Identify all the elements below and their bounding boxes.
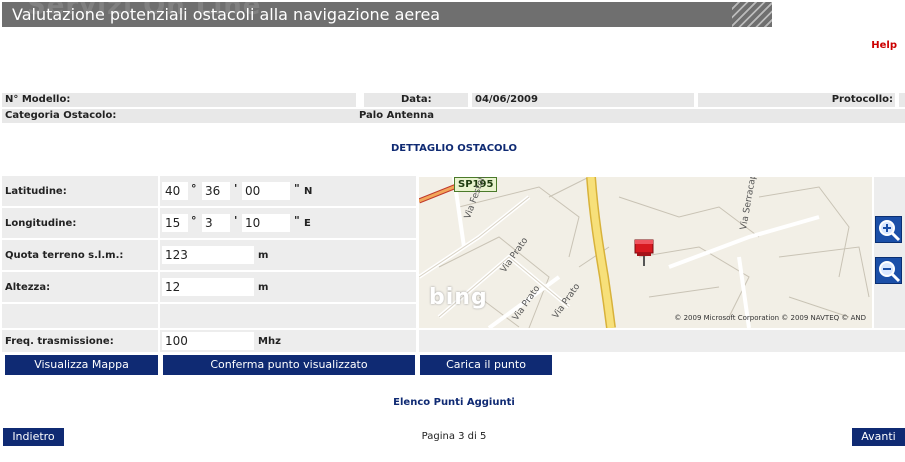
freq-value-cell: Mhz: [160, 330, 416, 352]
quota-label: Quota terreno s.l.m.:: [5, 250, 124, 261]
lon-deg-input[interactable]: [162, 214, 188, 232]
categoria-cell: Categoria Ostacolo:: [2, 109, 356, 123]
quota-unit: m: [258, 250, 269, 261]
indietro-button[interactable]: Indietro: [3, 428, 64, 446]
lon-value-cell: ° ' " E: [160, 208, 416, 238]
lat-label-cell: Latitudine:: [2, 176, 158, 206]
empty-value-cell: [160, 304, 416, 328]
lat-deg-input[interactable]: [162, 182, 188, 200]
lon-label-cell: Longitudine:: [2, 208, 158, 238]
altezza-label: Altezza:: [5, 282, 51, 293]
sec-symbol: ": [294, 214, 300, 227]
lat-sec-input[interactable]: [242, 182, 290, 200]
avanti-button[interactable]: Avanti: [852, 428, 905, 446]
modello-cell: N° Modello:: [2, 93, 356, 107]
zoom-in-icon[interactable]: [875, 216, 902, 243]
quota-input[interactable]: [162, 246, 254, 264]
freq-label: Freq. trasmissione:: [5, 336, 114, 347]
section-title: DETTAGLIO OSTACOLO: [390, 143, 518, 154]
data-label: Data:: [401, 94, 432, 105]
modello-label: N° Modello:: [5, 94, 71, 105]
map-view[interactable]: SP195 Via Festola Via Prato Via Prato Vi…: [419, 177, 872, 328]
freq-unit: Mhz: [258, 336, 281, 347]
bing-logo: bing: [429, 285, 488, 310]
altezza-unit: m: [258, 282, 269, 293]
altezza-input[interactable]: [162, 278, 254, 296]
lon-label: Longitudine:: [5, 218, 77, 229]
altezza-label-cell: Altezza:: [2, 272, 158, 302]
deg-symbol: °: [191, 214, 197, 227]
lon-hemisphere: E: [304, 218, 311, 229]
freq-label-cell: Freq. trasmissione:: [2, 330, 158, 352]
map-footer-cell: [419, 330, 905, 352]
categoria-value-cell: Palo Antenna: [356, 109, 905, 123]
protocollo-label: Protocollo:: [831, 94, 893, 105]
categoria-value: Palo Antenna: [359, 110, 434, 121]
visualizza-mappa-button[interactable]: Visualizza Mappa: [5, 355, 158, 375]
carica-punto-button[interactable]: Carica il punto: [420, 355, 552, 375]
zoom-out-icon[interactable]: [875, 257, 902, 284]
data-value: 04/06/2009: [475, 94, 538, 105]
zoom-column: [874, 177, 905, 328]
location-marker-icon[interactable]: [633, 239, 655, 267]
conferma-punto-button[interactable]: Conferma punto visualizzato: [163, 355, 415, 375]
map-copyright: © 2009 Microsoft Corporation © 2009 NAVT…: [674, 314, 866, 322]
lon-min-input[interactable]: [202, 214, 230, 232]
help-link[interactable]: Help: [871, 40, 897, 51]
min-symbol: ': [234, 182, 238, 195]
altezza-value-cell: m: [160, 272, 416, 302]
elenco-punti-heading: Elenco Punti Aggiunti: [393, 397, 515, 408]
deg-symbol: °: [191, 182, 197, 195]
map-main-road: [587, 177, 615, 328]
data-label-cell: Data:: [364, 93, 468, 107]
protocollo-cell: Protocollo:: [698, 93, 895, 107]
freq-input[interactable]: [162, 332, 254, 350]
protocollo-value-cell: [899, 93, 905, 107]
lat-value-cell: ° ' " N: [160, 176, 416, 206]
title-decoration: [732, 2, 772, 27]
sec-symbol: ": [294, 182, 300, 195]
pagination-text: Pagina 3 di 5: [421, 431, 487, 442]
lat-min-input[interactable]: [202, 182, 230, 200]
page-title: Valutazione potenziali ostacoli alla nav…: [12, 5, 441, 24]
lat-label: Latitudine:: [5, 186, 67, 197]
empty-label-cell: [2, 304, 158, 328]
lat-hemisphere: N: [304, 186, 313, 197]
min-symbol: ': [234, 214, 238, 227]
quota-value-cell: m: [160, 240, 416, 270]
app-title-bar: Servizi On Line Valutazione potenziali o…: [2, 2, 772, 27]
lon-sec-input[interactable]: [242, 214, 290, 232]
categoria-label: Categoria Ostacolo:: [5, 110, 117, 121]
data-value-cell: 04/06/2009: [472, 93, 694, 107]
quota-label-cell: Quota terreno s.l.m.:: [2, 240, 158, 270]
